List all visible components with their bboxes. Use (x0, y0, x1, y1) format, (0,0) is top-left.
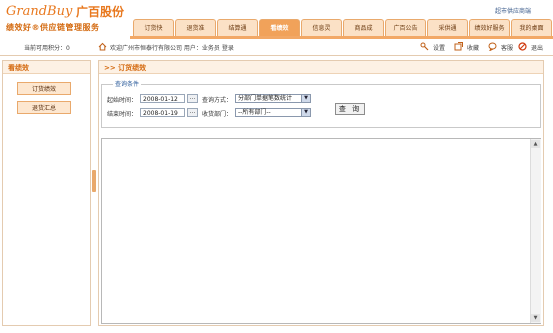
end-date-input[interactable]: 2008-01-19 (140, 108, 185, 117)
department-label: 收货部门： (202, 111, 233, 118)
supplier-portal-link[interactable]: 超市供应商端 (495, 6, 531, 15)
sidebar-item-return-summary[interactable]: 退货汇总 (17, 101, 71, 114)
end-date-picker-button[interactable]: ... (187, 108, 198, 117)
sidebar-item-order-performance[interactable]: 订货绩效 (17, 82, 71, 95)
department-select[interactable]: --所有部门-- ▼ (235, 108, 311, 117)
tab-procurement[interactable]: 采供通 (427, 19, 468, 36)
chevron-down-icon[interactable]: ▼ (301, 109, 310, 116)
query-legend: 查询条件 (113, 79, 142, 88)
welcome-text: 欢迎广州市恒泰行有限公司 用户：业务员 登录 (110, 45, 234, 52)
query-mode-label: 查询方式： (202, 97, 233, 104)
query-button[interactable]: 查 询 (335, 103, 365, 115)
start-date-picker-button[interactable]: ... (187, 94, 198, 103)
end-date-label: 结束时间： (107, 111, 138, 118)
query-mode-value: 分部门单据笔数统计 (238, 95, 293, 102)
chevron-down-icon[interactable]: ▼ (301, 95, 310, 102)
settings-icon[interactable] (420, 42, 429, 51)
scroll-up-icon[interactable]: ▲ (531, 140, 540, 148)
results-area (101, 138, 541, 324)
page-title: >> 订货绩效 (104, 64, 147, 72)
tab-order[interactable]: 订货快 (133, 19, 174, 36)
favorite-icon[interactable] (454, 42, 463, 51)
sidebar-splitter[interactable] (92, 170, 96, 192)
main-header (99, 61, 543, 74)
tab-performance[interactable]: 看绩效 (259, 19, 300, 36)
department-value: --所有部门-- (238, 109, 271, 116)
tab-settlement[interactable]: 结算通 (217, 19, 258, 36)
tab-desktop[interactable]: 我的桌面 (511, 19, 552, 36)
sidebar-title: 看绩效 (8, 64, 29, 72)
start-date-input[interactable]: 2008-01-12 (140, 94, 185, 103)
slogan: 绩效好®供应链管理服务 (6, 23, 100, 32)
tab-announcement[interactable]: 广百公告 (385, 19, 426, 36)
settings-link[interactable]: 设置 (433, 43, 445, 52)
tab-products[interactable]: 商品成 (343, 19, 384, 36)
customer-service-link[interactable]: 客服 (501, 43, 513, 52)
sidebar (2, 60, 91, 326)
start-date-label: 起始时间： (107, 97, 138, 104)
logout-link[interactable]: 退出 (531, 43, 543, 52)
logout-icon[interactable] (518, 42, 527, 51)
favorite-link[interactable]: 收藏 (467, 43, 479, 52)
home-icon[interactable] (98, 42, 107, 51)
tab-service[interactable]: 绩效好服务 (469, 19, 510, 36)
logo-english: GrandBuy (6, 4, 73, 19)
query-fieldset (101, 84, 541, 128)
points-label: 当前可用积分：0 (24, 45, 70, 52)
tab-info[interactable]: 信息灵 (301, 19, 342, 36)
logo-chinese: 广百股份 (76, 5, 125, 19)
customer-service-icon[interactable] (488, 42, 497, 51)
scroll-down-icon[interactable]: ▼ (531, 314, 540, 322)
query-mode-select[interactable]: 分部门单据笔数统计 ▼ (235, 94, 311, 103)
results-scrollbar[interactable] (530, 139, 541, 323)
tab-return[interactable]: 退货准 (175, 19, 216, 36)
